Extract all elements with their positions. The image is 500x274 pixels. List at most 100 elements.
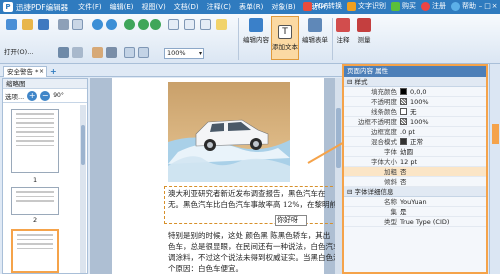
thumbnail-panel: 缩略图 选项... + − 90° 1 2 xyxy=(2,78,88,274)
cursor-icon xyxy=(106,47,117,58)
zoom-in-button[interactable] xyxy=(124,19,135,30)
add-tab-icon[interactable]: + xyxy=(50,67,57,76)
thumbnail-page-number: 2 xyxy=(33,216,38,224)
document-scrollbar[interactable] xyxy=(335,78,342,274)
fit-page-button[interactable] xyxy=(124,47,135,58)
prop-font-size[interactable]: 字体大小 12 pt xyxy=(344,157,486,167)
menu-bar: 文件(F) 编辑(E) 视图(V) 文档(D) 注释(C) 表单(R) 对象(B… xyxy=(74,2,332,12)
prop-opacity[interactable]: 不透明度 100% xyxy=(344,97,486,107)
menu-document[interactable]: 文档(D) xyxy=(170,2,203,12)
copy-button[interactable] xyxy=(72,47,83,58)
mail-icon xyxy=(72,19,83,30)
paragraph-2[interactable]: 特别是别的时候，这处 颜色黑 陈黑色轿车，其出 色车，总是很显眼，在民间还有一种… xyxy=(168,230,342,274)
single-page-button[interactable] xyxy=(168,19,179,30)
none-swatch-icon xyxy=(400,108,407,115)
ocr-button[interactable]: 文字识别 xyxy=(347,1,386,11)
zoom-out-button[interactable] xyxy=(138,19,149,30)
pdf-convert-icon xyxy=(303,1,313,11)
prop-font-embedded[interactable]: 集是 xyxy=(344,207,486,217)
paragraph-1[interactable]: 澳大利亚研究者新近发布调查报告，黑色汽车在 无。黑色汽车比白色汽车事故率高 12… xyxy=(168,188,342,210)
collapse-arrow-icon[interactable] xyxy=(492,124,499,144)
hand-tool-button[interactable] xyxy=(92,47,103,58)
open-folder-button[interactable] xyxy=(22,19,33,30)
thumbnail-page-3[interactable] xyxy=(11,229,59,273)
thumbnail-options-button[interactable]: 选项... xyxy=(5,91,24,101)
buy-button[interactable]: 购买 xyxy=(391,1,416,11)
prop-line-color[interactable]: 线条颜色无 xyxy=(344,107,486,117)
thumbnail-page-1[interactable] xyxy=(11,109,59,173)
minimize-icon[interactable]: – xyxy=(477,1,484,12)
app-title: 迅捷PDF编辑器 xyxy=(16,2,69,12)
text-line: 调涂料，不过这个说法未得到权威证实。当黑白色汽 xyxy=(168,253,341,262)
zoom-out-thumb-icon[interactable]: − xyxy=(40,90,51,101)
zoom-in-icon xyxy=(124,19,135,30)
select-tool-button[interactable] xyxy=(106,47,117,58)
section-style[interactable]: ⊟ 样式 xyxy=(344,77,486,87)
menu-object[interactable]: 对象(B) xyxy=(267,2,299,12)
continuous-button[interactable] xyxy=(200,19,211,30)
text-line: 个原因：白色车便宜。 xyxy=(168,264,243,273)
prop-border-opacity[interactable]: 边框不透明度 100% xyxy=(344,117,486,127)
prop-italic[interactable]: 倾斜否 xyxy=(344,177,486,187)
opacity-swatch-icon xyxy=(400,118,407,125)
close-icon[interactable]: × xyxy=(491,1,498,12)
prop-font[interactable]: 字体 幼圆 xyxy=(344,147,486,157)
thumbnail-tools: 选项... + − 90° xyxy=(3,89,87,103)
text-line: 色车，总是很显眼，在民间还有一种说法，白色汽车 xyxy=(168,242,341,251)
fit-page-icon xyxy=(124,47,135,58)
register-button[interactable]: 注册 xyxy=(421,1,446,11)
comment-icon xyxy=(336,18,350,32)
rotate-button[interactable] xyxy=(150,19,161,30)
panel-collapse-strip[interactable] xyxy=(489,64,500,274)
menu-form[interactable]: 表单(R) xyxy=(235,2,267,12)
prop-border-width[interactable]: 边框宽度 .0 pt xyxy=(344,127,486,137)
email-button[interactable] xyxy=(72,19,83,30)
scissors-icon xyxy=(58,47,69,58)
menu-view[interactable]: 视图(V) xyxy=(138,2,170,12)
edit-content-icon xyxy=(249,18,263,32)
fit-width-button[interactable] xyxy=(138,47,149,58)
inserted-text-box[interactable]: 你好呀 xyxy=(275,215,307,226)
add-text-button[interactable]: T 添加文本 xyxy=(271,16,299,60)
section-font-details[interactable]: ⊟ 字体详细信息 xyxy=(344,187,486,197)
pdf-convert-button[interactable]: PDF转换 xyxy=(303,1,342,11)
title-bar: P 迅捷PDF编辑器 文件(F) 编辑(E) 视图(V) 文档(D) 注释(C)… xyxy=(0,0,500,14)
prop-font-name[interactable]: 名称 YouYuan xyxy=(344,197,486,207)
copy-icon xyxy=(72,47,83,58)
thumbnail-scrollbar[interactable] xyxy=(80,105,86,273)
prop-fill-color[interactable]: 填充颜色 0,0,0 xyxy=(344,87,486,97)
prop-font-type[interactable]: 类型 True Type (CID) xyxy=(344,217,486,227)
rotate-thumb-select[interactable]: 90° xyxy=(53,92,64,99)
undo-icon xyxy=(92,19,103,30)
save-button[interactable] xyxy=(38,19,49,30)
user-icon xyxy=(421,1,430,11)
snapshot-button[interactable] xyxy=(216,19,227,30)
tab-security-warning[interactable]: 安全警告 * × xyxy=(3,66,47,77)
menu-edit[interactable]: 编辑(E) xyxy=(106,2,138,12)
print-button[interactable] xyxy=(58,19,69,30)
edit-content-button[interactable]: 编辑内容 xyxy=(242,18,270,44)
cut-button[interactable] xyxy=(58,47,69,58)
maximize-icon[interactable]: □ xyxy=(484,1,491,12)
new-button[interactable] xyxy=(6,19,17,30)
thumbnail-page-2-top[interactable] xyxy=(11,187,59,215)
thumbnail-panel-title: 缩略图 xyxy=(3,79,87,89)
redo-button[interactable] xyxy=(106,19,117,30)
prop-blend-mode[interactable]: 混合模式 正常 xyxy=(344,137,486,147)
comment-button[interactable]: 注释 xyxy=(334,18,352,44)
two-page-button[interactable] xyxy=(184,19,195,30)
undo-button[interactable] xyxy=(92,19,103,30)
help-button[interactable]: 帮助 xyxy=(451,1,476,11)
zoom-in-thumb-icon[interactable]: + xyxy=(27,90,38,101)
open-button[interactable]: 打开(O)... xyxy=(4,46,33,56)
tab-close-icon[interactable]: × xyxy=(39,67,44,77)
prop-bold[interactable]: 加粗否 xyxy=(344,167,486,177)
color-swatch-icon xyxy=(400,88,407,95)
edit-form-button[interactable]: 编辑表单 xyxy=(301,18,329,44)
continuous-icon xyxy=(200,19,211,30)
menu-comment[interactable]: 注释(C) xyxy=(203,2,235,12)
car-photo[interactable] xyxy=(168,82,290,182)
menu-file[interactable]: 文件(F) xyxy=(74,2,106,12)
measure-button[interactable]: 测量 xyxy=(354,18,374,44)
zoom-select[interactable]: 100% xyxy=(164,48,204,59)
